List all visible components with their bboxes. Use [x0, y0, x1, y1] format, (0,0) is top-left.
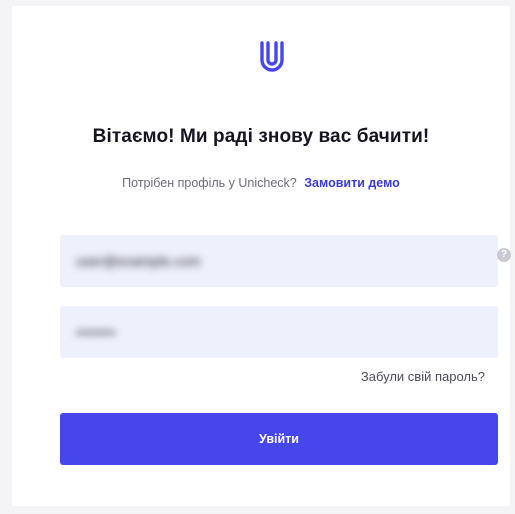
login-button[interactable]: Увійти — [60, 413, 498, 465]
email-input[interactable] — [60, 235, 498, 287]
password-field[interactable] — [60, 306, 498, 358]
help-icon[interactable]: ? — [497, 248, 511, 262]
forgot-password-link[interactable]: Забули свій пароль? — [361, 369, 485, 384]
unicheck-logo-icon — [260, 41, 284, 72]
email-field[interactable] — [60, 235, 498, 287]
signup-prompt: Потрібен профіль у Unicheck? Замовити де… — [12, 176, 510, 190]
signup-prompt-text: Потрібен профіль у Unicheck? — [122, 176, 297, 190]
password-input[interactable] — [60, 306, 498, 358]
page-title: Вітаємо! Ми раді знову вас бачити! — [92, 126, 430, 147]
order-demo-link[interactable]: Замовити демо — [304, 176, 400, 190]
login-card: Вітаємо! Ми раді знову вас бачити! Потрі… — [12, 6, 510, 506]
